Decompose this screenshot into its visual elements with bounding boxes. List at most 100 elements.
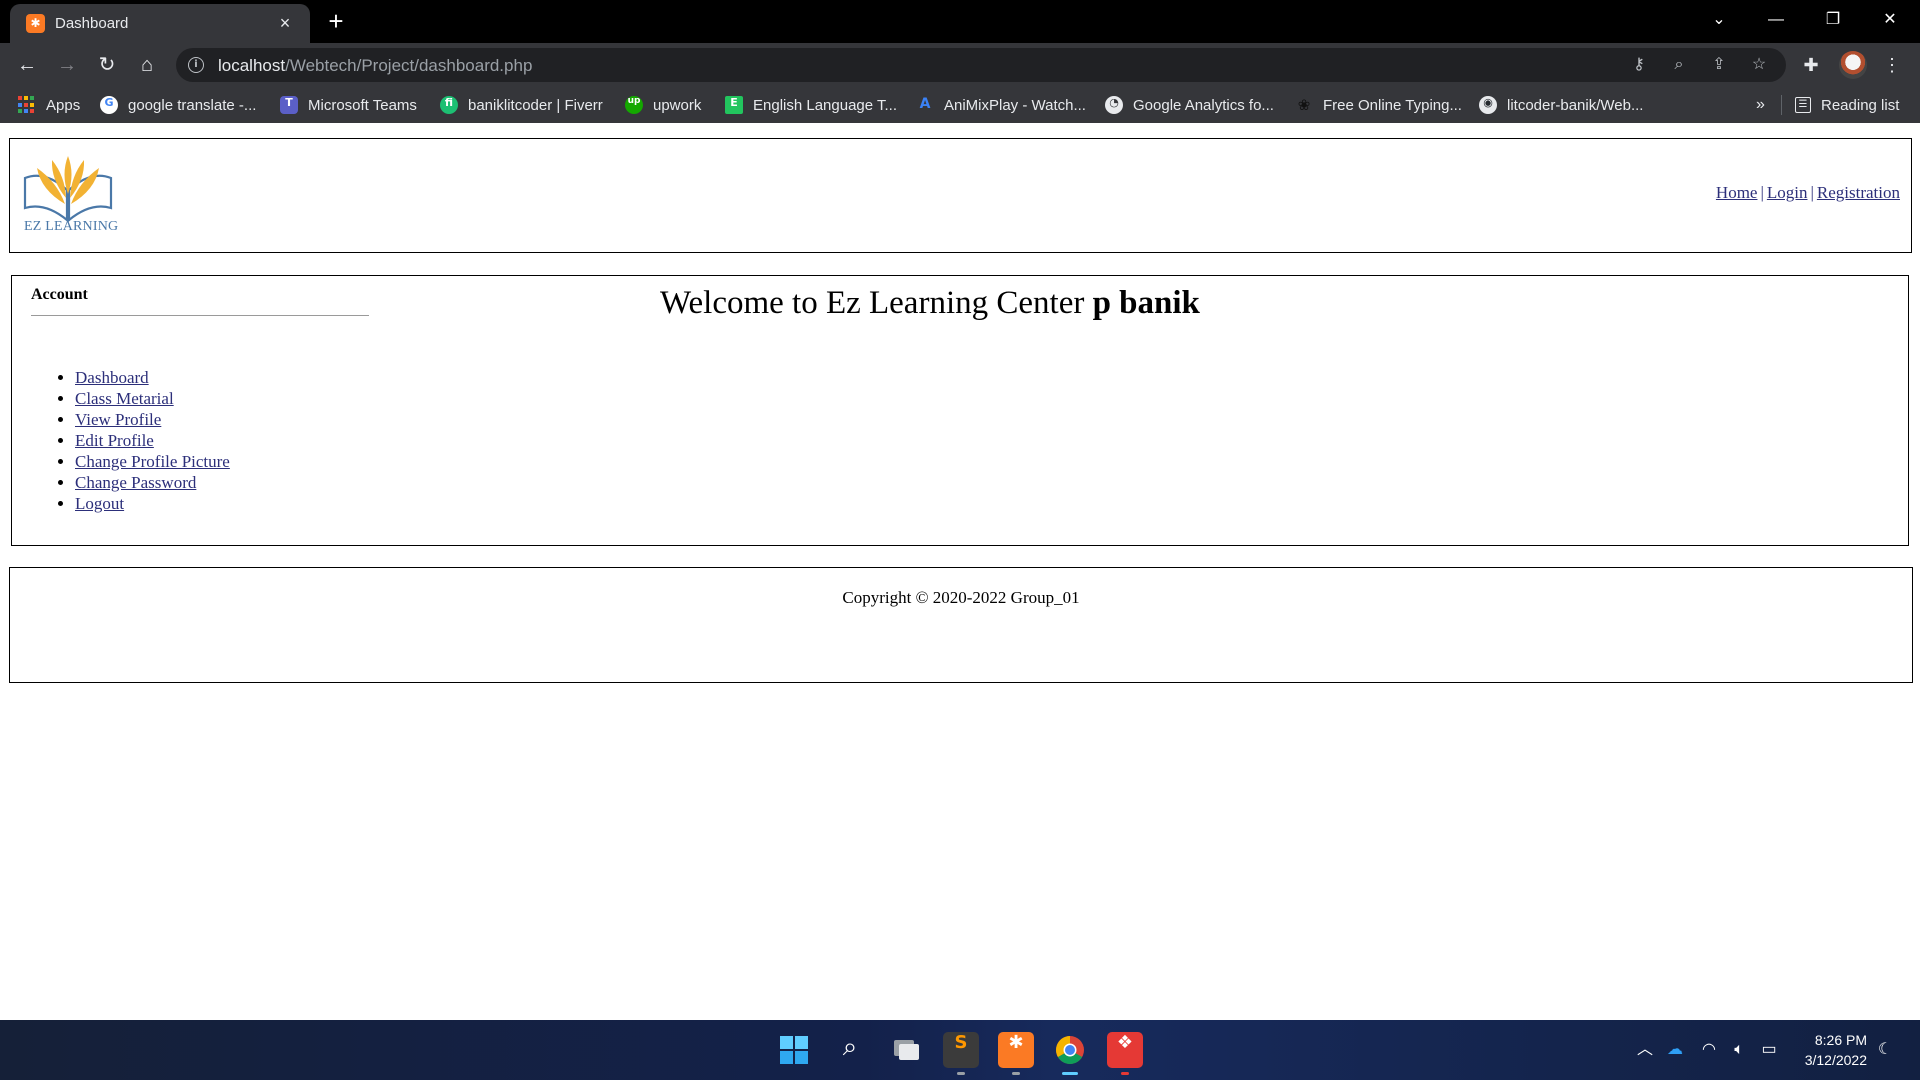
bookmark-github[interactable]: ◉ litcoder-banik/Web... [1479, 87, 1643, 123]
change-password-link[interactable]: Change Password [75, 473, 196, 492]
top-nav: Home | Login | Registration [1716, 183, 1900, 203]
bookmark-star-icon[interactable]: ☆ [1747, 53, 1771, 77]
bookmark-fiverr[interactable]: fi baniklitcoder | Fiverr [440, 87, 603, 123]
profile-avatar[interactable] [1839, 51, 1867, 79]
bookmark-english-language[interactable]: E English Language T... [725, 87, 897, 123]
password-key-icon[interactable]: ⚷ [1627, 53, 1651, 77]
bookmark-free-online-typing[interactable]: ❀ Free Online Typing... [1295, 87, 1462, 123]
bookmark-label: Google Analytics fo... [1133, 96, 1274, 114]
volume-icon[interactable]: 🔈︎ [1727, 1038, 1751, 1062]
extensions-puzzle-icon[interactable]: ✚ [1797, 51, 1825, 79]
windows-start-icon[interactable] [776, 1032, 812, 1068]
anydesk-icon[interactable]: ❖ [1107, 1032, 1143, 1075]
bookmark-label: upwork [653, 96, 702, 114]
reload-icon[interactable]: ↻ [93, 51, 121, 79]
copyright-text: Copyright © 2020-2022 Group_01 [842, 588, 1080, 607]
web-page: EZ LEARNING Home | Login | Registration Acco… [0, 123, 1920, 1020]
teams-icon: T [280, 96, 298, 114]
bookmark-microsoft-teams[interactable]: T Microsoft Teams [280, 87, 417, 123]
menu-item-class-material: Class Metarial [75, 388, 230, 409]
dashboard-panel: Account Dashboard Class Metarial View Pr… [11, 275, 1909, 546]
address-bar[interactable]: i localhost/Webtech/Project/dashboard.ph… [176, 48, 1786, 82]
menu-kebab-icon[interactable]: ⋮ [1878, 51, 1906, 79]
bookmark-label: Free Online Typing... [1323, 96, 1462, 114]
bookmarks-bar: Apps G google translate -... T Microsoft… [0, 87, 1920, 123]
reading-list-label: Reading list [1821, 96, 1900, 114]
wifi-icon[interactable]: ◠ [1697, 1038, 1721, 1062]
system-clock[interactable]: 8:26 PM 3/12/2022 [1805, 1030, 1867, 1070]
fiverr-icon: fi [440, 96, 458, 114]
task-view-icon[interactable] [888, 1032, 924, 1068]
search-icon[interactable]: ⌕ [832, 1032, 868, 1068]
onedrive-cloud-icon[interactable]: ☁ [1663, 1038, 1687, 1062]
account-divider [31, 315, 369, 316]
class-material-link[interactable]: Class Metarial [75, 389, 174, 408]
xampp-icon[interactable]: ✱ [998, 1032, 1034, 1075]
running-indicator [957, 1072, 965, 1075]
restore-button[interactable]: ❐ [1805, 0, 1861, 40]
bookmarks-divider [1781, 95, 1782, 115]
browser-toolbar: ← → ↻ ⌂ i localhost/Webtech/Project/dash… [0, 43, 1920, 87]
zoom-icon[interactable]: ⌕ [1667, 53, 1691, 77]
bookmark-google-translate[interactable]: G google translate -... [100, 87, 256, 123]
forward-arrow-icon[interactable]: → [53, 51, 81, 79]
bookmark-label: litcoder-banik/Web... [1507, 96, 1644, 114]
analytics-icon: ◔ [1105, 96, 1123, 114]
new-tab-button[interactable]: + [322, 8, 350, 36]
site-info-icon[interactable]: i [188, 57, 204, 73]
clock-time: 8:26 PM [1814, 1032, 1867, 1048]
logout-link[interactable]: Logout [75, 494, 124, 513]
bookmark-label: AniMixPlay - Watch... [944, 96, 1086, 114]
bookmark-animixplay[interactable]: A AniMixPlay - Watch... [916, 87, 1086, 123]
sublime-text-icon[interactable]: S [943, 1032, 979, 1075]
running-indicator [1012, 1072, 1020, 1075]
account-heading: Account [31, 286, 88, 303]
logo-text: EZ LEARNING [24, 219, 119, 234]
do-not-disturb-moon-icon[interactable]: ☾ [1873, 1038, 1897, 1062]
xampp-favicon-icon: ✱ [26, 14, 45, 33]
edit-profile-link[interactable]: Edit Profile [75, 431, 154, 450]
upwork-icon: up [625, 96, 643, 114]
account-menu: Dashboard Class Metarial View Profile Ed… [56, 367, 230, 514]
view-profile-link[interactable]: View Profile [75, 410, 161, 429]
bookmark-label: English Language T... [753, 96, 898, 114]
back-arrow-icon[interactable]: ← [13, 51, 41, 79]
reading-list-icon: ☰ [1795, 97, 1811, 113]
menu-item-view-profile: View Profile [75, 409, 230, 430]
tab-title: Dashboard [55, 15, 129, 32]
browser-titlebar: ✱ Dashboard × + ⌄ — ❐ ✕ [0, 0, 1920, 43]
share-icon[interactable]: ⇪ [1707, 53, 1731, 77]
clock-date: 3/12/2022 [1804, 1052, 1867, 1068]
bookmark-google-analytics[interactable]: ◔ Google Analytics fo... [1105, 87, 1274, 123]
typing-paw-icon: ❀ [1297, 96, 1311, 114]
active-indicator [1062, 1072, 1078, 1075]
bookmark-label: Microsoft Teams [308, 96, 417, 114]
tab-close-icon[interactable]: × [274, 12, 296, 34]
home-icon[interactable]: ⌂ [133, 51, 161, 79]
bookmark-apps[interactable]: Apps [18, 87, 80, 123]
chrome-icon[interactable] [1052, 1032, 1088, 1075]
dashboard-link[interactable]: Dashboard [75, 368, 149, 387]
username: p banik [1092, 285, 1200, 321]
menu-item-change-password: Change Password [75, 472, 230, 493]
change-profile-picture-link[interactable]: Change Profile Picture [75, 452, 230, 471]
bookmark-upwork[interactable]: up upwork [625, 87, 701, 123]
menu-item-dashboard: Dashboard [75, 367, 230, 388]
reading-list-button[interactable]: ☰ Reading list [1795, 87, 1899, 123]
tab-search-chevron-icon[interactable]: ⌄ [1691, 0, 1747, 40]
nav-separator: | [1810, 183, 1814, 202]
url-text[interactable]: localhost/Webtech/Project/dashboard.php [218, 56, 532, 76]
nav-home-link[interactable]: Home [1716, 183, 1758, 202]
english-language-icon: E [725, 96, 743, 114]
browser-tab-dashboard[interactable]: ✱ Dashboard × [10, 4, 310, 43]
apps-grid-icon [18, 96, 36, 114]
tray-overflow-chevron-icon[interactable]: ︿ [1633, 1038, 1657, 1062]
bookmarks-overflow-chevron-icon[interactable]: » [1756, 87, 1765, 123]
nav-registration-link[interactable]: Registration [1817, 183, 1900, 202]
close-window-button[interactable]: ✕ [1862, 0, 1918, 40]
battery-icon[interactable]: ▭ [1757, 1038, 1781, 1062]
minimize-button[interactable]: — [1748, 0, 1804, 40]
welcome-heading: Welcome to Ez Learning Center p banik [660, 285, 1200, 322]
menu-item-edit-profile: Edit Profile [75, 430, 230, 451]
nav-login-link[interactable]: Login [1767, 183, 1808, 202]
